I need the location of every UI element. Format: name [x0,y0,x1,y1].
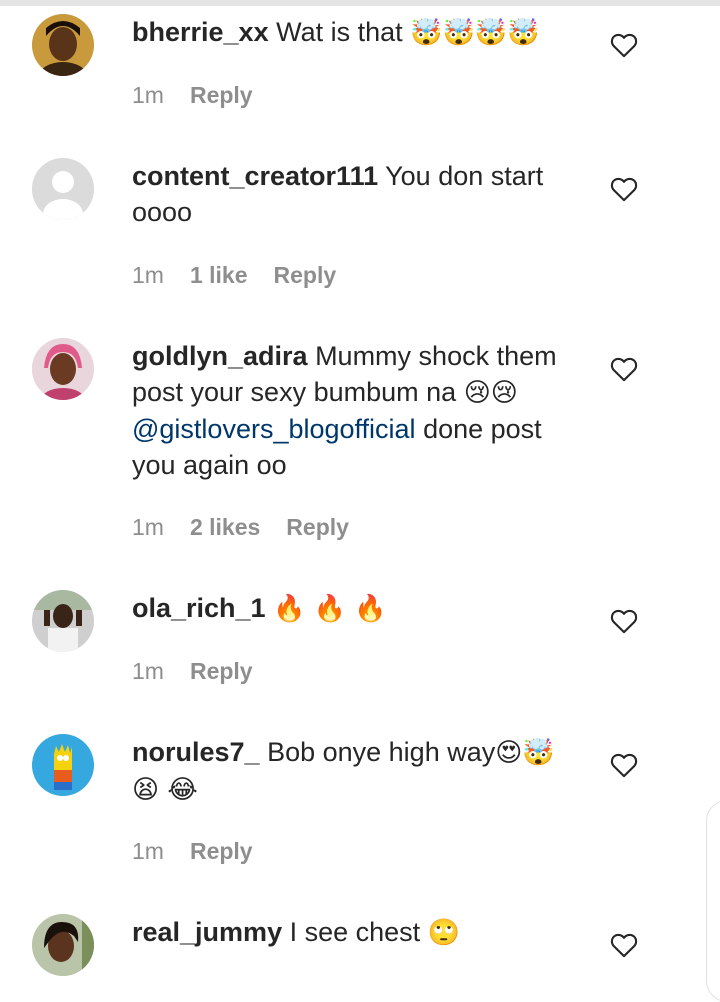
comment-text: Bob onye high way [267,737,496,767]
reply-button[interactable]: Reply [274,262,337,289]
avatar[interactable] [32,338,94,400]
comment-emoji: 🔥 🔥 🔥 [273,594,387,624]
comment-username[interactable]: content_creator111 [132,161,378,191]
comment-time: 1m [132,262,164,288]
reply-button[interactable]: Reply [190,658,253,685]
heart-outline-icon[interactable] [610,32,638,58]
top-divider [0,0,720,6]
default-user-avatar [32,158,94,220]
floating-panel-edge [706,800,720,1002]
comment-username[interactable]: goldlyn_adira [132,341,308,371]
likes-count[interactable]: 2 likes [190,514,260,541]
avatar[interactable] [32,734,94,796]
comment-emoji: 😢😢 [463,378,518,408]
comment-username[interactable]: norules7_ [132,737,260,767]
heart-outline-icon[interactable] [610,752,638,778]
comment-time: 1m [132,514,164,540]
comment-username[interactable]: bherrie_xx [132,17,269,47]
avatar[interactable] [32,14,94,76]
heart-outline-icon[interactable] [610,932,638,958]
avatar[interactable] [32,158,94,220]
avatar[interactable] [32,590,94,652]
reply-button[interactable]: Reply [286,514,349,541]
avatar[interactable] [32,914,94,976]
heart-outline-icon[interactable] [610,176,638,202]
comment-username[interactable]: ola_rich_1 [132,593,266,623]
comment-time: 1m [132,838,164,864]
comment-text: I see chest [289,917,421,947]
comment-time: 1m [132,658,164,684]
likes-count[interactable]: 1 like [190,262,248,289]
comment-username[interactable]: real_jummy [132,917,282,947]
heart-outline-icon[interactable] [610,356,638,382]
comment-time: 1m [132,82,164,108]
comment-emoji: 🤯🤯🤯🤯 [410,18,540,48]
reply-button[interactable]: Reply [190,82,253,109]
mention-link[interactable]: @gistlovers_blogofficial [132,414,416,444]
reply-button[interactable]: Reply [190,838,253,865]
comment-text: Wat is that [276,17,403,47]
comment-emoji: 🙄 [427,918,461,948]
heart-outline-icon[interactable] [610,608,638,634]
